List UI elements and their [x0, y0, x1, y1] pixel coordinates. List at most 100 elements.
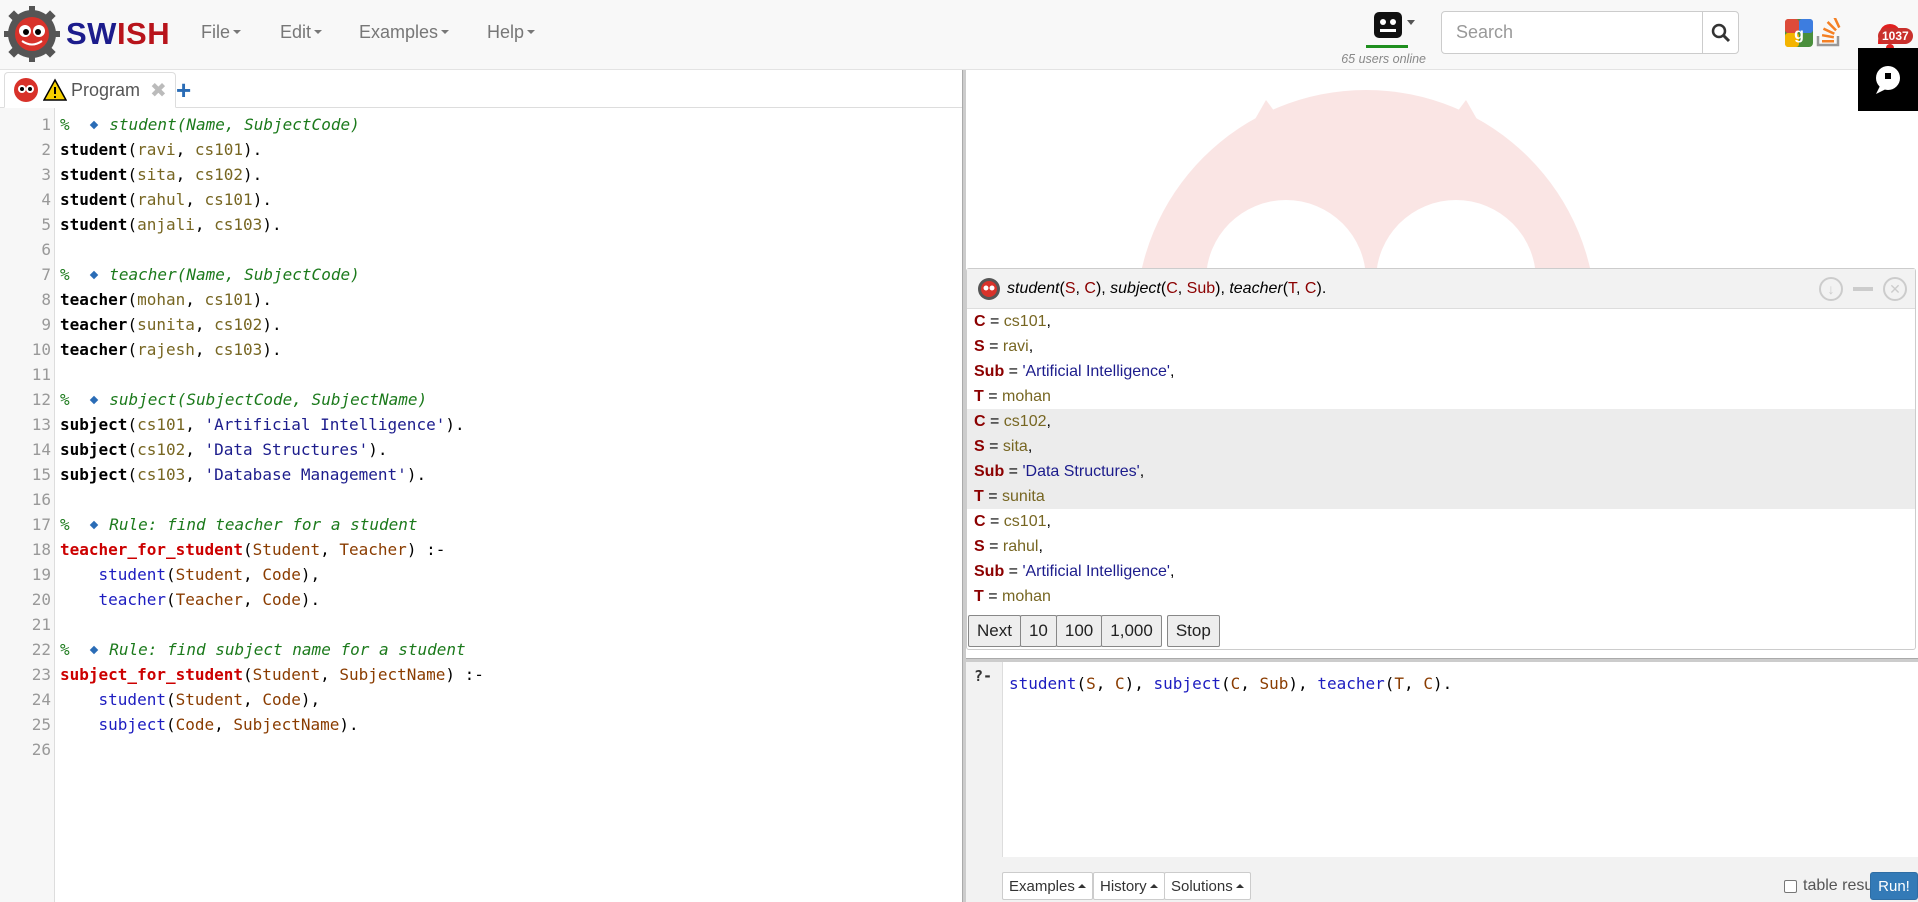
chat-button[interactable] — [1858, 48, 1918, 111]
line-text: subject(Code, SubjectName). — [60, 712, 359, 737]
code-editor[interactable]: 1% student(Name, SubjectCode) 2 student(ra… — [0, 108, 962, 902]
query-footer: Examples History Solutions table results… — [1002, 862, 1918, 900]
code-token: , — [185, 415, 205, 434]
query-token: , — [1404, 674, 1424, 693]
solutions-list: C = cs101, S = ravi, Sub = 'Artificial Int… — [967, 309, 1915, 609]
answer-query-text: student(S, C), subject(C, Sub), teacher(… — [1007, 280, 1326, 298]
line-text: teacher(rajesh, cs103). — [60, 337, 282, 362]
line-text: student(ravi, cs101). — [60, 137, 262, 162]
binding-row: S = ravi, — [974, 334, 1915, 359]
binding-equals: = — [983, 388, 1003, 405]
answer-query-token: ), — [1215, 279, 1230, 297]
solution-block[interactable]: C = cs101, S = ravi, Sub = 'Artificial Int… — [967, 309, 1915, 409]
code-line: 15 subject(cs103, 'Database Management'). — [0, 462, 962, 487]
search-input[interactable] — [1442, 12, 1702, 53]
history-dropdown[interactable]: History — [1093, 872, 1165, 900]
code-token: subject(SubjectCode, SubjectName) — [109, 390, 428, 409]
binding-row: Sub = 'Data Structures', — [974, 459, 1915, 484]
code-token: , — [185, 465, 205, 484]
download-icon[interactable]: ↓ — [1819, 277, 1843, 301]
binding-separator: , — [1027, 438, 1033, 455]
fold-diamond-icon — [90, 520, 99, 530]
notification-badge: 1037 — [1878, 28, 1913, 44]
line-text: teacher(mohan, cs101). — [60, 287, 272, 312]
code-token: student — [60, 140, 128, 159]
answer-query-token: C — [1166, 279, 1178, 297]
line-text: % subject(SubjectCode, SubjectName) — [60, 387, 427, 412]
line-number: 4 — [41, 190, 51, 209]
code-token: Code — [175, 715, 215, 734]
code-line: 21 — [0, 612, 962, 637]
code-token: Student — [175, 565, 244, 584]
add-tab-button[interactable]: + — [176, 75, 191, 106]
code-token: ), — [300, 565, 321, 584]
query-editor[interactable]: student(S, C), subject(C, Sub), teacher(… — [1002, 662, 1918, 857]
minimize-icon[interactable] — [1853, 277, 1873, 301]
code-token: ( — [127, 215, 138, 234]
code-token: student — [98, 565, 166, 584]
code-token: subject — [98, 715, 166, 734]
code-token: 'Database Management' — [204, 465, 407, 484]
line-text: subject_for_student(Student, SubjectName… — [60, 662, 484, 687]
search-button[interactable] — [1702, 12, 1738, 53]
query-token: student — [1009, 674, 1077, 693]
close-icon[interactable]: ✕ — [1883, 277, 1907, 301]
next-100-button[interactable]: 100 — [1055, 615, 1103, 647]
code-line: 17% Rule: find teacher for a student — [0, 512, 962, 537]
solutions-dropdown[interactable]: Solutions — [1164, 872, 1251, 900]
run-button[interactable]: Run! — [1870, 872, 1918, 900]
menu-examples[interactable]: Examples — [359, 0, 450, 64]
line-number: 14 — [31, 440, 51, 459]
table-results-checkbox[interactable] — [1784, 879, 1797, 893]
binding-variable: T — [974, 488, 984, 505]
answer-query-token: ). — [1316, 279, 1327, 297]
code-token: ( — [165, 715, 176, 734]
line-text: student(Student, Code), — [60, 562, 321, 587]
line-text: % Rule: find teacher for a student — [60, 512, 418, 537]
chat-icon — [1876, 65, 1900, 94]
code-line: 12% subject(SubjectCode, SubjectName) — [0, 387, 962, 412]
tab-program[interactable]: Program ✖ — [4, 72, 176, 108]
binding-separator: , — [1046, 513, 1051, 530]
brand-title: SWISH — [66, 16, 171, 51]
code-token: ( — [127, 465, 138, 484]
binding-variable: S — [974, 538, 985, 555]
stackoverflow-icon[interactable] — [1814, 18, 1844, 48]
code-token: ( — [127, 190, 138, 209]
menu-edit[interactable]: Edit — [280, 0, 323, 64]
next-button[interactable]: Next — [968, 615, 1021, 647]
stop-button[interactable]: Stop — [1166, 615, 1220, 647]
code-token: Rule: find subject name for a student — [109, 640, 466, 659]
swish-owl-icon — [14, 78, 38, 102]
close-icon[interactable]: ✖ — [150, 78, 167, 103]
users-online[interactable]: 65 users online — [1330, 8, 1426, 66]
code-token: ( — [127, 340, 138, 359]
answer-query-token: T — [1288, 279, 1297, 297]
menu-help[interactable]: Help — [487, 0, 536, 64]
solution-block[interactable]: C = cs102, S = sita, Sub = 'Data Structure… — [967, 409, 1915, 509]
code-token: , — [185, 290, 205, 309]
code-token: sita — [137, 165, 176, 184]
code-token: , — [214, 715, 234, 734]
binding-value: sunita — [1002, 488, 1045, 505]
code-line: 4 student(rahul, cs101). — [0, 187, 962, 212]
line-number: 2 — [41, 140, 51, 159]
binding-row: Sub = 'Artificial Intelligence', — [974, 359, 1915, 384]
next-10-button[interactable]: 10 — [1019, 615, 1057, 647]
line-number: 24 — [31, 690, 51, 709]
binding-row: Sub = 'Artificial Intelligence', — [974, 559, 1915, 584]
line-number: 26 — [31, 740, 51, 759]
menu-file[interactable]: File — [201, 0, 242, 64]
binding-equals: = — [984, 338, 1003, 355]
brand[interactable]: SWISH — [4, 6, 170, 62]
line-text: teacher(sunita, cs102). — [60, 312, 282, 337]
code-line: 20 teacher(Teacher, Code). — [0, 587, 962, 612]
examples-dropdown[interactable]: Examples — [1002, 872, 1093, 900]
next-1000-button[interactable]: 1,000 — [1101, 615, 1162, 647]
code-token: rahul — [137, 190, 186, 209]
solution-block[interactable]: C = cs101, S = rahul, Sub = 'Artificial In… — [967, 509, 1915, 609]
query-token: S — [1086, 674, 1096, 693]
line-number: 7 — [41, 265, 51, 284]
google-icon[interactable]: g — [1784, 18, 1814, 48]
